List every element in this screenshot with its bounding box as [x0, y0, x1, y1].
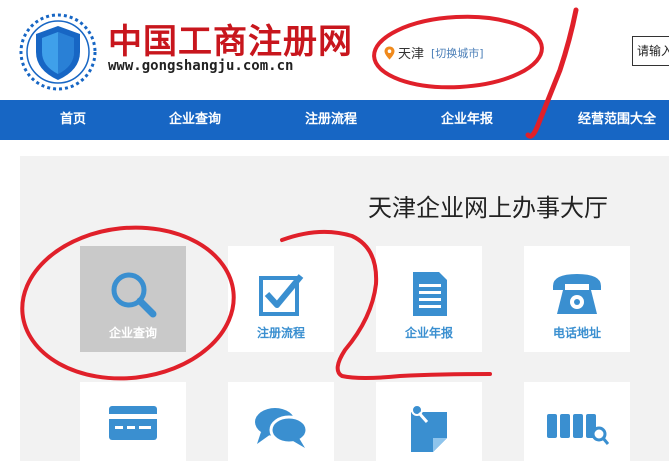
barcode-search-icon [547, 414, 609, 445]
tile-label: 电话地址 [552, 326, 601, 340]
shield-logo-icon[interactable] [18, 12, 98, 92]
location-pin-icon [384, 46, 395, 59]
search-input[interactable] [632, 36, 669, 66]
city-selector: 天津 [切换城市] [384, 43, 484, 62]
site-header: 中国工商注册网 www.gongshangju.com.cn 天津 [切换城市] [0, 0, 669, 100]
telephone-icon [553, 274, 601, 314]
tile-registration-process[interactable]: 注册流程 [228, 246, 334, 352]
nav-item-business-scope[interactable]: 经营范围大全 [578, 100, 656, 140]
site-name[interactable]: 中国工商注册网 [108, 14, 353, 63]
tile-company-search[interactable]: 企业查询 [80, 246, 186, 352]
chat-icon [255, 408, 309, 448]
tile-label: 企业年报 [404, 326, 453, 340]
site-url[interactable]: www.gongshangju.com.cn [108, 58, 293, 74]
checkbox-icon [259, 274, 304, 316]
hall-title: 天津企业网上办事大厅 [368, 194, 608, 222]
sticky-note-icon [411, 404, 447, 452]
tile-label: 注册流程 [256, 326, 305, 340]
tile-card[interactable] [80, 382, 186, 462]
main-nav: 首页 企业查询 注册流程 企业年报 经营范围大全 [0, 100, 669, 140]
nav-item-home[interactable]: 首页 [60, 100, 86, 140]
tile-code-search[interactable] [524, 382, 630, 462]
nav-item-registration[interactable]: 注册流程 [305, 100, 357, 140]
tile-label: 企业查询 [108, 326, 157, 340]
tile-consultation[interactable] [228, 382, 334, 462]
switch-city-link[interactable]: [切换城市] [431, 45, 484, 61]
document-icon [413, 272, 447, 316]
search-icon [111, 272, 157, 318]
tile-note[interactable] [376, 382, 482, 462]
nav-item-annual-report[interactable]: 企业年报 [441, 100, 493, 140]
tile-annual-report[interactable]: 企业年报 [376, 246, 482, 352]
tile-phone-address[interactable]: 电话地址 [524, 246, 630, 352]
current-city: 天津 [398, 47, 425, 62]
card-icon [109, 406, 157, 440]
nav-item-company-search[interactable]: 企业查询 [169, 100, 221, 140]
